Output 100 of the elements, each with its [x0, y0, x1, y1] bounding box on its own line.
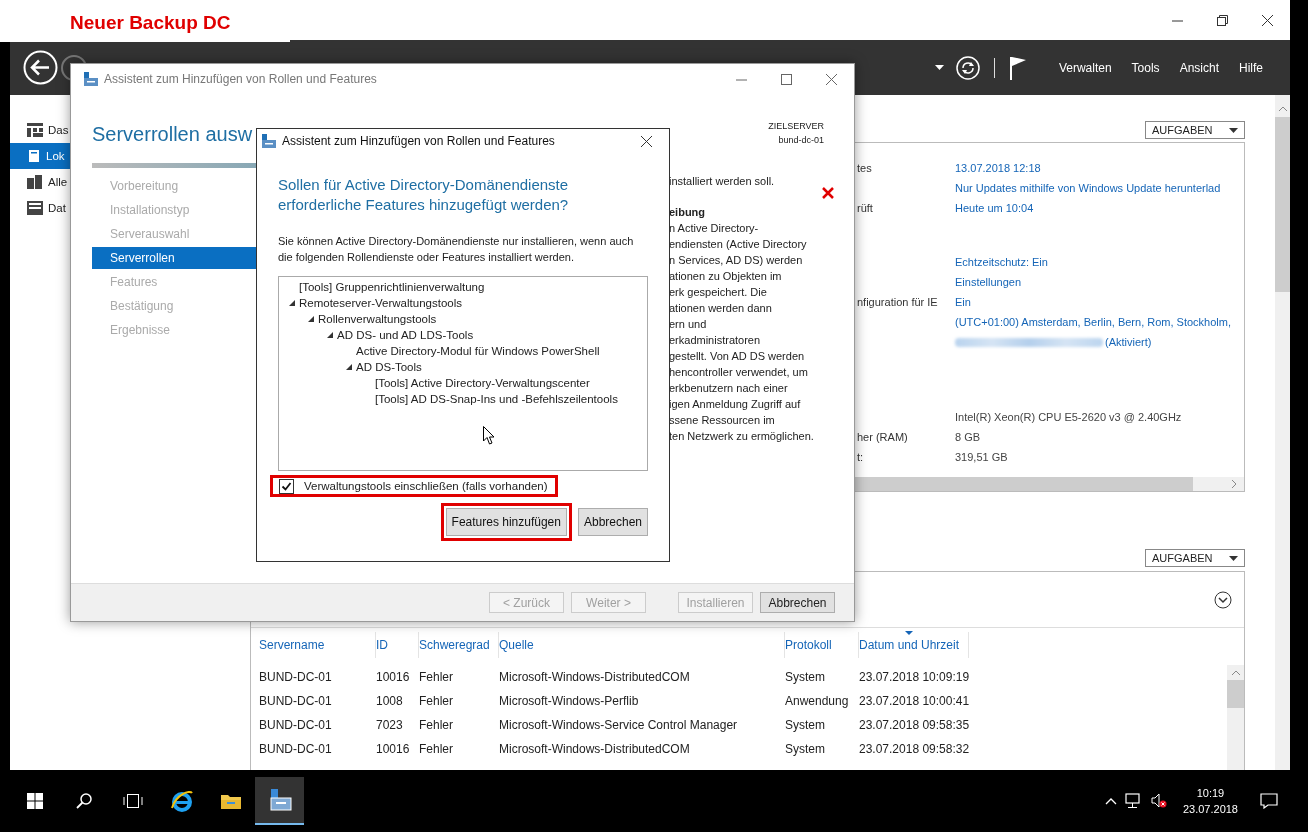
- windows-logo-icon[interactable]: [26, 793, 43, 809]
- checkbox[interactable]: [279, 478, 294, 494]
- task-view-icon[interactable]: [122, 794, 143, 808]
- close-icon[interactable]: [1262, 14, 1273, 26]
- property-label: her (RAM): [857, 431, 909, 443]
- menu-item[interactable]: Hilfe: [1239, 60, 1263, 75]
- back-button-icon[interactable]: [23, 50, 58, 85]
- expanded-triangle-icon[interactable]: [326, 331, 334, 339]
- property-label: rüft: [857, 202, 874, 214]
- annotation-label: Neuer Backup DC: [0, 0, 290, 42]
- search-icon[interactable]: [75, 793, 92, 809]
- tree-item: Remoteserver-Verwaltungstools: [299, 297, 462, 309]
- property-link[interactable]: Nur Updates mithilfe von Windows Update herunterlad: [955, 182, 1244, 194]
- scroll-right-icon[interactable]: [1230, 479, 1238, 489]
- property-link[interactable]: Ein: [955, 296, 1244, 308]
- window-title: Assistent zum Hinzufügen von Rollen und Features: [104, 72, 378, 86]
- table-cell-text: 10016: [376, 741, 411, 758]
- dialog-message: Sie können Active Directory-Domänendienste nur installieren, wenn auch die folgenden Rollendienste oder Features installiert werden.: [278, 234, 635, 265]
- table-cell-text: 23.07.2018 09:58:35: [859, 717, 969, 734]
- checkbox-label[interactable]: Verwaltungstools einschließen (falls vorhanden): [304, 480, 548, 492]
- column-header[interactable]: ID: [376, 632, 419, 658]
- tree-item: Rollenverwaltungstools: [318, 313, 437, 325]
- sidebar-item[interactable]: Lok: [10, 143, 70, 169]
- server-icon: [27, 149, 41, 163]
- tree-item: AD DS- und AD LDS-Tools: [337, 329, 474, 341]
- menu-item[interactable]: Tools: [1131, 60, 1160, 75]
- property-label: t:: [857, 451, 865, 463]
- property-link[interactable]: 13.07.2018 12:18: [955, 162, 1244, 174]
- property-link[interactable]: Echtzeitschutz: Ein: [955, 256, 1244, 268]
- error-x-icon: [822, 187, 834, 199]
- expanded-triangle-icon[interactable]: [345, 363, 353, 371]
- caret-icon: [1229, 127, 1238, 133]
- taskbar-button[interactable]: [255, 777, 304, 825]
- column-header[interactable]: Servername: [259, 632, 376, 658]
- table-cell-text: BUND-DC-01: [259, 741, 333, 758]
- table-cell-text: 23.07.2018 10:09:19: [859, 669, 969, 686]
- browser-icon[interactable]: [169, 790, 194, 812]
- flag-icon[interactable]: [1008, 55, 1027, 80]
- property-link[interactable]: (UTC+01:00) Amsterdam, Berlin, Bern, Rom, Stockholm,: [955, 316, 1244, 328]
- property-value: Intel(R) Xeon(R) CPU E5-2620 v3 @ 2.40GHz: [955, 411, 1183, 423]
- expanded-triangle-icon[interactable]: [307, 315, 315, 323]
- tree-item: Active Directory-Modul für Windows PowerShell: [356, 345, 600, 357]
- table-cell-text: 23.07.2018 10:00:41: [859, 693, 969, 710]
- notification-icon[interactable]: [1260, 793, 1278, 809]
- table-cell-text: BUND-DC-01: [259, 693, 333, 710]
- table-cell-text: System: [785, 741, 826, 758]
- column-header[interactable]: Protokoll: [785, 632, 859, 658]
- menu-item[interactable]: Verwalten: [1058, 60, 1112, 75]
- table-cell-text: Microsoft-Windows-DistributedCOM: [499, 669, 691, 686]
- expanded-triangle-icon[interactable]: [288, 299, 296, 307]
- description-line: n Services, AD DS) werden: [669, 253, 804, 268]
- folder-icon[interactable]: [219, 792, 242, 810]
- muted-speaker-icon[interactable]: [1150, 793, 1167, 809]
- scroll-up-icon[interactable]: [1277, 105, 1288, 113]
- chevron-down-icon[interactable]: [1214, 590, 1232, 609]
- sidebar-item[interactable]: Alle: [10, 169, 70, 195]
- horizontal-scrollbar[interactable]: [855, 477, 1244, 491]
- wizard-step[interactable]: Serverrollen: [92, 247, 257, 269]
- restore-icon[interactable]: [1217, 14, 1228, 26]
- sidebar-item[interactable]: Dat: [10, 195, 70, 221]
- table-cell-text: 10016: [376, 669, 411, 686]
- close-icon[interactable]: [826, 73, 837, 85]
- menu-item[interactable]: Ansicht: [1179, 60, 1219, 75]
- caret-icon: [934, 65, 944, 70]
- chevron-up-icon[interactable]: [1104, 797, 1117, 805]
- sidebar-item[interactable]: Das: [10, 117, 70, 143]
- tasks-dropdown[interactable]: AUFGABEN: [1145, 549, 1245, 567]
- vertical-scrollbar[interactable]: [1227, 665, 1244, 770]
- wizard-button[interactable]: Abbrechen: [760, 592, 835, 613]
- description-heading: eibung: [669, 205, 707, 220]
- property-link[interactable]: Heute um 10:04: [955, 202, 1244, 214]
- tree-item: AD DS-Tools: [356, 361, 422, 373]
- dialog-button[interactable]: Abbrechen: [577, 508, 648, 536]
- target-server-label: ZIELSERVER: [768, 120, 824, 133]
- column-header[interactable]: Quelle: [499, 632, 785, 658]
- maximize-icon[interactable]: [781, 73, 792, 85]
- servers-icon: [27, 175, 43, 189]
- property-link[interactable]: (Aktiviert): [1105, 336, 1152, 348]
- close-icon[interactable]: [641, 135, 652, 147]
- property-link[interactable]: Einstellungen: [955, 276, 1244, 288]
- table-cell-text: System: [785, 717, 826, 734]
- toolbox-icon: [84, 72, 98, 86]
- dialog-button[interactable]: Features hinzufügen: [445, 508, 567, 536]
- description-line: igen Anmeldung Zugriff auf: [669, 397, 802, 412]
- description-line: erk gespeichert. Die: [669, 285, 768, 300]
- column-header[interactable]: Schweregrad: [419, 632, 499, 658]
- toolbox-icon: [262, 134, 276, 148]
- network-icon[interactable]: [1124, 793, 1143, 809]
- description-line: ationen zu Objekten im: [669, 269, 783, 284]
- table-cell-text: BUND-DC-01: [259, 717, 333, 734]
- column-header[interactable]: Datum und Uhrzeit: [859, 632, 969, 658]
- vertical-scrollbar[interactable]: [1275, 95, 1290, 770]
- refresh-icon[interactable]: [955, 55, 980, 80]
- tasks-dropdown[interactable]: AUFGABEN: [1145, 121, 1245, 139]
- taskbar-clock[interactable]: 10:19 23.07.2018: [1182, 785, 1238, 817]
- description-line: erkadministratoren: [669, 333, 762, 348]
- description-line: hencontroller verwendet, um: [669, 365, 809, 380]
- description-line: ten Netzwerk zu ermöglichen.: [669, 429, 815, 444]
- description-line: ssene Ressourcen im: [669, 413, 776, 428]
- scroll-up-icon[interactable]: [1230, 669, 1241, 677]
